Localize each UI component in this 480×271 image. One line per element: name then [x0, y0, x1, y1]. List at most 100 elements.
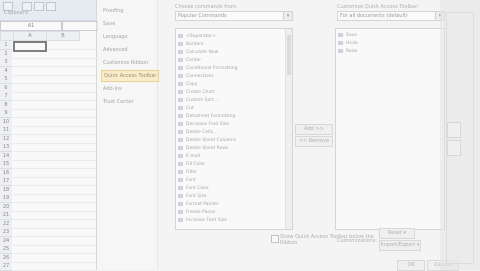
command-list-item[interactable]: Decrease Font Size: [178, 121, 229, 128]
column-header-b[interactable]: B: [46, 31, 80, 41]
move-down-button[interactable]: [447, 140, 461, 156]
command-list-item[interactable]: Font Size: [178, 193, 206, 200]
command-list-item[interactable]: Datasheet Formatting: [178, 113, 235, 120]
command-label: Center: [186, 58, 202, 63]
fill-color-icon[interactable]: [46, 2, 56, 11]
row-gridline: [12, 219, 96, 220]
row-gridline: [12, 202, 96, 203]
row-gridline: [12, 134, 96, 135]
command-icon: [178, 145, 183, 150]
command-label: Connections: [186, 74, 214, 79]
command-label: Format Painter: [186, 202, 220, 207]
row-gridline: [12, 83, 96, 84]
command-icon: [178, 33, 183, 38]
qat-list[interactable]: Save Undo Redo: [335, 28, 445, 230]
import-export-button[interactable]: Import/Export ▾: [379, 240, 421, 251]
nav-trust-center[interactable]: Trust Center: [101, 97, 157, 107]
row-gridline: [12, 227, 96, 229]
name-box[interactable]: A1: [0, 21, 62, 31]
nav-add-ins[interactable]: Add-Ins: [101, 84, 157, 94]
command-icon: [178, 97, 183, 102]
qat-command-icon: [338, 32, 343, 37]
command-list-item[interactable]: Connections: [178, 73, 214, 80]
command-list-item[interactable]: Format Painter: [178, 201, 219, 208]
row-gridline: [12, 159, 96, 161]
qat-list-item[interactable]: Undo: [338, 40, 358, 47]
nav-language[interactable]: Language: [101, 32, 157, 42]
qat-list-item[interactable]: Save: [338, 32, 357, 39]
command-label: Create Chart: [186, 90, 215, 95]
command-label: Filter: [186, 170, 198, 175]
command-icon: [178, 153, 183, 158]
command-icon: [178, 217, 183, 222]
command-list-item[interactable]: Font: [178, 177, 196, 184]
command-list-item[interactable]: Borders: [178, 41, 203, 48]
command-list-item[interactable]: Freeze Panes: [178, 209, 215, 216]
nav-quick-access-toolbar[interactable]: Quick Access Toolbar: [101, 70, 159, 82]
move-up-button[interactable]: [447, 122, 461, 138]
row-gridline: [12, 142, 96, 144]
command-list-item[interactable]: Delete Sheet Columns: [178, 137, 236, 144]
command-label: Increase Font Size: [186, 218, 227, 223]
nav-proofing[interactable]: Proofing: [101, 6, 157, 16]
command-label: Conditional Formatting: [186, 66, 238, 71]
add-button[interactable]: Add >>: [295, 124, 333, 135]
active-cell-a1[interactable]: [13, 41, 47, 52]
command-list-item[interactable]: E-mail: [178, 153, 200, 160]
font-color-icon[interactable]: [34, 2, 44, 11]
row-gridline: [12, 125, 96, 127]
choose-commands-label: Choose commands from:: [175, 4, 238, 10]
nav-customize-ribbon[interactable]: Customize Ribbon: [101, 58, 157, 68]
command-icon: [178, 137, 183, 142]
row-gridline: [12, 57, 96, 59]
qat-command-icon: [338, 40, 343, 45]
row-gridline: [12, 151, 96, 152]
scrollbar-thumb[interactable]: [287, 35, 291, 75]
commands-list[interactable]: <Separator> Borders Calculate Now Center Con…: [175, 28, 293, 230]
command-icon: [178, 185, 183, 190]
nav-save[interactable]: Save: [101, 19, 157, 29]
command-list-item[interactable]: Conditional Formatting: [178, 65, 238, 72]
command-label: Copy: [186, 82, 198, 87]
command-list-item[interactable]: Cut: [178, 105, 194, 112]
column-header-a[interactable]: A: [13, 31, 47, 41]
command-list-item[interactable]: Calculate Now: [178, 49, 218, 56]
remove-button[interactable]: << Remove: [295, 136, 333, 147]
qat-command-label: Save: [346, 33, 358, 38]
command-label: Calculate Now: [186, 50, 219, 55]
qat-list-item[interactable]: Redo: [338, 48, 357, 55]
row-gridline: [12, 244, 96, 246]
formula-bar[interactable]: [62, 21, 98, 31]
command-list-item[interactable]: Font Color: [178, 185, 209, 192]
choose-commands-combo[interactable]: Popular Commands ▾: [175, 11, 293, 21]
command-icon: [178, 177, 183, 182]
command-list-item[interactable]: Custom Sort...: [178, 97, 218, 104]
command-list-item[interactable]: Center: [178, 57, 201, 64]
row-gridline: [12, 176, 96, 178]
command-label: <Separator>: [186, 34, 216, 39]
commands-list-scrollbar[interactable]: [285, 29, 292, 229]
command-list-item[interactable]: Delete Sheet Rows: [178, 145, 228, 152]
command-list-item[interactable]: Fill Color: [178, 161, 205, 168]
command-list-item[interactable]: Filter: [178, 169, 197, 176]
chevron-down-icon[interactable]: ▾: [283, 12, 292, 20]
nav-advanced[interactable]: Advanced: [101, 45, 157, 55]
command-list-item[interactable]: Copy: [178, 81, 197, 88]
row-gridline: [12, 185, 96, 186]
command-list-item[interactable]: Delete Cells...: [178, 129, 217, 136]
reset-button[interactable]: Reset ▾: [379, 228, 415, 239]
command-icon: [178, 89, 183, 94]
command-list-item[interactable]: Increase Font Size: [178, 217, 227, 224]
show-below-ribbon-checkbox[interactable]: [271, 235, 279, 243]
customize-qat-combo[interactable]: For all documents (default) ▾: [337, 11, 445, 21]
customizations-label: Customizations:: [337, 238, 378, 244]
row-gridline: [12, 66, 96, 67]
ok-button[interactable]: OK: [397, 260, 425, 271]
command-list-item[interactable]: Create Chart: [178, 89, 215, 96]
command-label: Delete Sheet Rows: [186, 146, 229, 151]
command-label: Delete Cells...: [186, 130, 218, 135]
select-all-corner[interactable]: [0, 31, 14, 41]
command-list-item[interactable]: <Separator>: [178, 33, 216, 40]
command-icon: [178, 209, 183, 214]
command-label: Font: [186, 178, 196, 183]
